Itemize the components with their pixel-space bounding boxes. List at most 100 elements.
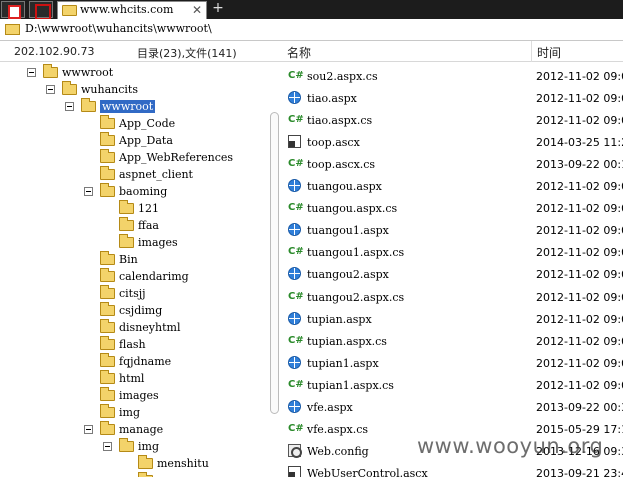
tree-item[interactable]: csjdimg	[0, 302, 270, 319]
file-row[interactable]: C# tuangou2.aspx.cs 2012-11-02 09:0	[280, 287, 623, 309]
tree-item[interactable]: wwwroot	[0, 64, 270, 81]
tree-item[interactable]: img	[0, 404, 270, 421]
folder-icon	[100, 370, 115, 384]
collapse-toggle-icon[interactable]	[103, 442, 112, 451]
close-icon[interactable]: ✕	[192, 2, 202, 18]
collapse-toggle-icon[interactable]	[65, 102, 74, 111]
folder-icon	[119, 234, 134, 248]
tree-item[interactable]: calendarimg	[0, 268, 270, 285]
file-time: 2013-09-22 00:1	[536, 158, 623, 172]
tree-item[interactable]: images	[0, 234, 270, 251]
file-name: tupian.aspx	[307, 312, 372, 326]
folder-icon	[100, 421, 115, 435]
aspx-page-icon	[288, 311, 301, 325]
tree-item[interactable]: disneyhtml	[0, 319, 270, 336]
file-row[interactable]: C# sou2.aspx.cs 2012-11-02 09:0	[280, 66, 623, 88]
csharp-file-icon: C#	[288, 378, 304, 390]
csharp-file-icon: C#	[288, 290, 304, 302]
tree-item[interactable]: baoming	[0, 183, 270, 200]
file-name: tiao.aspx	[307, 92, 357, 106]
app-menu-icon[interactable]	[29, 1, 53, 20]
folder-icon	[100, 336, 115, 350]
file-name: toop.ascx	[307, 136, 360, 150]
aspx-page-icon	[288, 223, 301, 237]
tree-item[interactable]	[0, 472, 270, 477]
address-bar[interactable]: D:\wwwroot\wuhancits\wwwroot\	[0, 19, 623, 41]
file-row[interactable]: C# tuangou1.aspx.cs 2012-11-02 09:0	[280, 242, 623, 264]
file-row[interactable]: C# tiao.aspx.cs 2012-11-02 09:0	[280, 110, 623, 132]
tree-item-label: App_Data	[119, 134, 173, 147]
file-row[interactable]: vfe.aspx 2013-09-22 00:3	[280, 397, 623, 419]
file-row[interactable]: WebUserControl.ascx 2013-09-21 23:4	[280, 463, 623, 477]
column-divider[interactable]	[531, 41, 532, 62]
file-name: tupian.aspx.cs	[307, 334, 387, 348]
user-control-icon	[288, 465, 301, 477]
tree-item-label: images	[119, 389, 159, 402]
file-row[interactable]: C# toop.ascx.cs 2013-09-22 00:1	[280, 154, 623, 176]
folder-icon	[119, 200, 134, 214]
tree-item[interactable]: App_Code	[0, 115, 270, 132]
file-time: 2013-09-21 23:4	[536, 466, 623, 477]
app-logo-icon[interactable]	[1, 1, 25, 19]
file-row[interactable]: toop.ascx 2014-03-25 11:2	[280, 132, 623, 154]
file-name: sou2.aspx.cs	[307, 70, 378, 83]
column-header-time[interactable]: 时间	[537, 44, 561, 61]
file-row[interactable]: C# tuangou.aspx.cs 2012-11-02 09:0	[280, 198, 623, 220]
file-name: WebUserControl.ascx	[307, 466, 428, 477]
folder-icon	[62, 81, 77, 95]
tree-item-label: Bin	[119, 253, 138, 266]
tree-scrollbar[interactable]	[270, 112, 279, 414]
tree-item[interactable]: wwwroot	[0, 98, 270, 115]
tree-item[interactable]: 121	[0, 200, 270, 217]
folder-icon	[100, 251, 115, 265]
tree-item[interactable]: menshitu	[0, 455, 270, 472]
tree-item[interactable]: Bin	[0, 251, 270, 268]
tree-item[interactable]: ffaa	[0, 217, 270, 234]
column-header-name[interactable]: 名称	[287, 44, 311, 61]
file-name: tuangou1.aspx.cs	[307, 246, 405, 260]
collapse-toggle-icon[interactable]	[46, 85, 55, 94]
folder-icon	[43, 64, 58, 78]
tree-item[interactable]: html	[0, 370, 270, 387]
collapse-toggle-icon[interactable]	[84, 187, 93, 196]
collapse-toggle-icon[interactable]	[27, 68, 36, 77]
folder-icon	[100, 387, 115, 401]
tree-item[interactable]: fqjdname	[0, 353, 270, 370]
user-control-icon	[288, 135, 301, 149]
tab-site[interactable]: www.whcits.com ✕	[57, 1, 207, 19]
address-path[interactable]: D:\wwwroot\wuhancits\wwwroot\	[25, 22, 212, 36]
folder-icon	[119, 438, 134, 452]
file-row[interactable]: tiao.aspx 2012-11-02 09:0	[280, 88, 623, 110]
tree-item-label: citsjj	[119, 287, 146, 300]
tree-item[interactable]: images	[0, 387, 270, 404]
csharp-file-icon: C#	[288, 334, 304, 346]
file-row[interactable]: tupian1.aspx 2012-11-02 09:0	[280, 353, 623, 375]
file-row[interactable]: tuangou1.aspx 2012-11-02 09:0	[280, 220, 623, 242]
tree-item[interactable]: wuhancits	[0, 81, 270, 98]
tree-item[interactable]: citsjj	[0, 285, 270, 302]
list-header: 202.102.90.73 目录(23),文件(141) 名称 时间	[0, 41, 623, 62]
new-tab-button[interactable]: +	[210, 0, 226, 18]
tree-item[interactable]: img	[0, 438, 270, 455]
tree-item[interactable]: manage	[0, 421, 270, 438]
tree-item-label: wwwroot	[100, 100, 156, 113]
file-time: 2012-11-02 09:0	[536, 268, 623, 282]
file-row[interactable]: tuangou.aspx 2012-11-02 09:0	[280, 176, 623, 198]
file-name: vfe.aspx.cs	[307, 422, 369, 436]
tree-item-label: manage	[119, 423, 164, 436]
file-time: 2012-11-02 09:0	[536, 114, 623, 128]
tree-item[interactable]: flash	[0, 336, 270, 353]
file-row[interactable]: C# tupian1.aspx.cs 2012-11-02 09:0	[280, 375, 623, 397]
tree-item[interactable]: aspnet_client	[0, 166, 270, 183]
file-name: tuangou2.aspx.cs	[307, 290, 405, 304]
tree-item[interactable]: App_WebReferences	[0, 149, 270, 166]
file-row[interactable]: C# tupian.aspx.cs 2012-11-02 09:0	[280, 331, 623, 353]
file-row[interactable]: tuangou2.aspx 2012-11-02 09:0	[280, 264, 623, 286]
tree-item[interactable]: App_Data	[0, 132, 270, 149]
collapse-toggle-icon[interactable]	[84, 425, 93, 434]
tree-item-label: baoming	[119, 185, 168, 198]
file-name: tupian1.aspx	[307, 356, 379, 370]
file-name: tuangou.aspx.cs	[307, 202, 398, 216]
file-row[interactable]: tupian.aspx 2012-11-02 09:0	[280, 309, 623, 331]
file-list: C# sou2.aspx.cs 2012-11-02 09:0 tiao.aspx 20…	[280, 62, 623, 477]
